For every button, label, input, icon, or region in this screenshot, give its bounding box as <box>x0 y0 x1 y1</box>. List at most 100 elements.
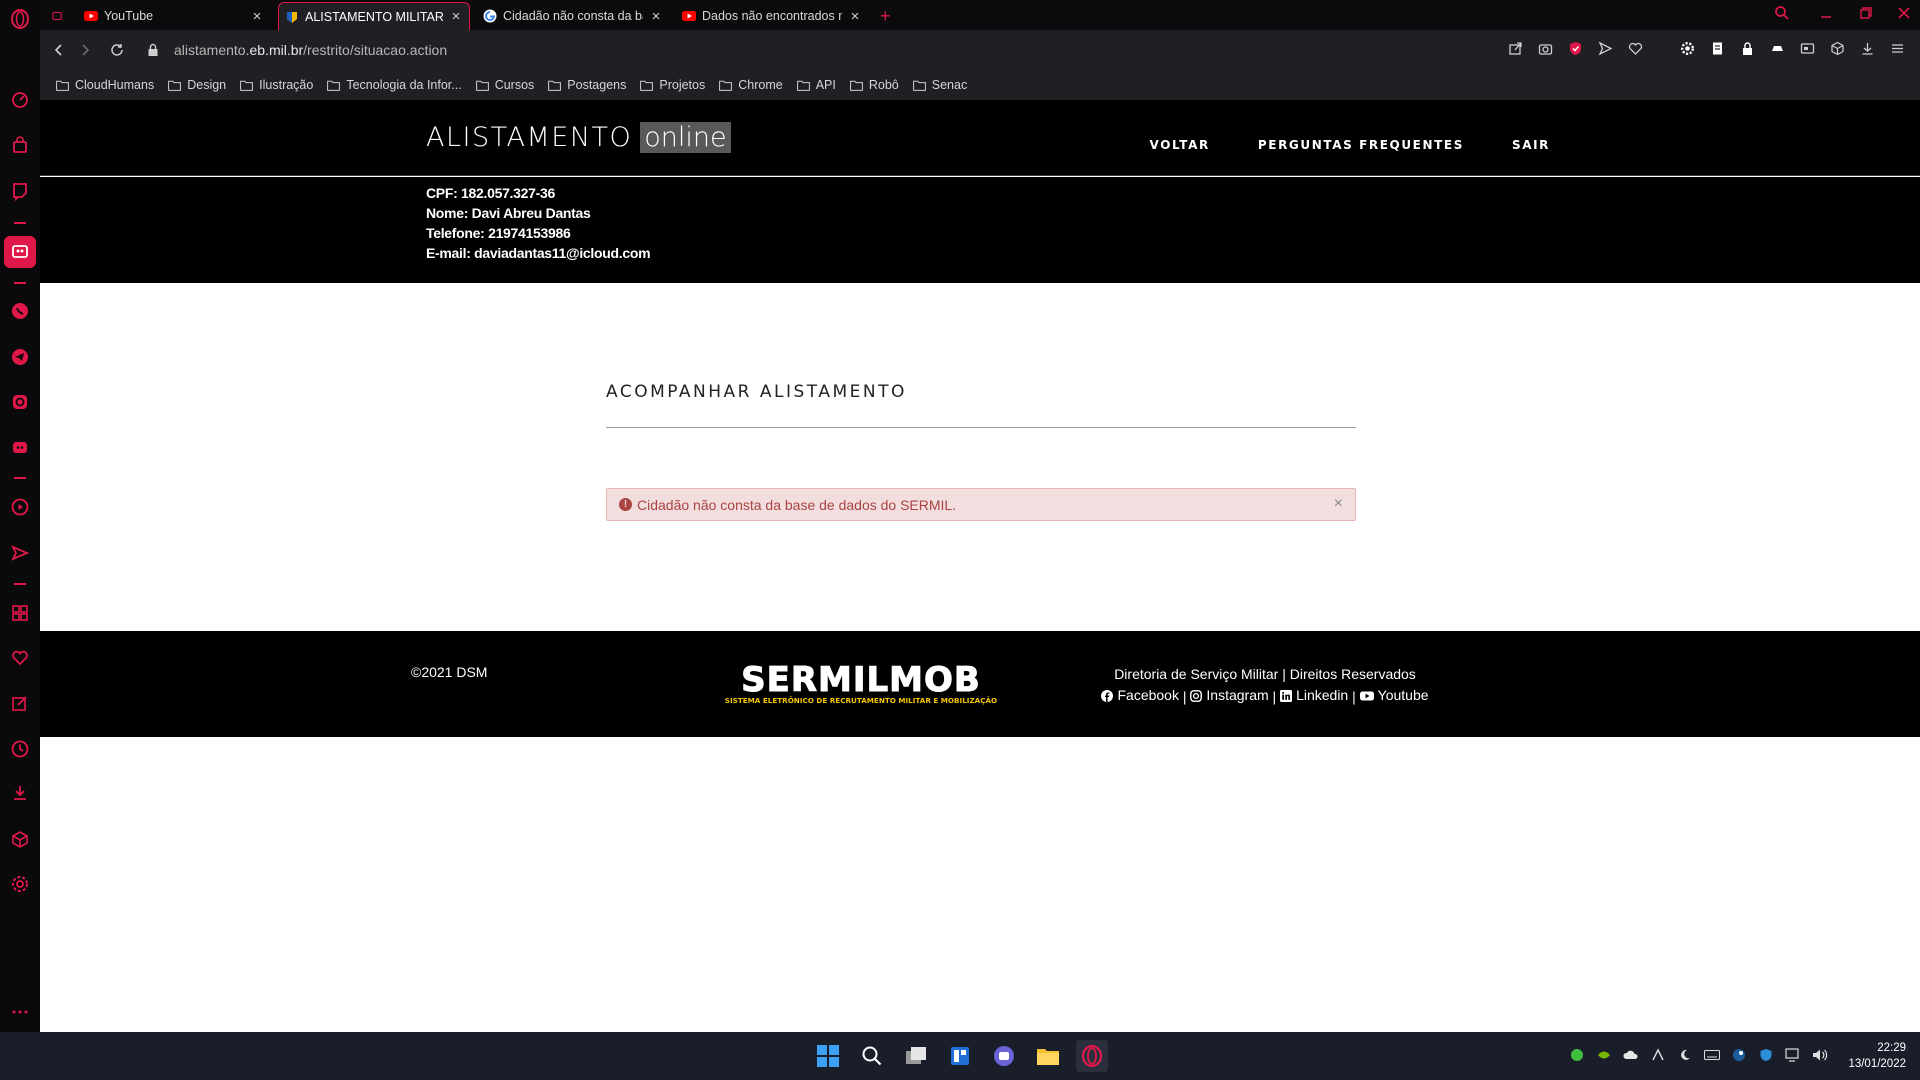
search-tabs-icon[interactable] <box>1774 5 1790 26</box>
heart-icon[interactable] <box>1626 39 1644 57</box>
gx-corner-icon[interactable] <box>9 241 31 263</box>
extensions-cube-icon[interactable] <box>1828 39 1846 57</box>
workspaces-icon[interactable] <box>9 602 31 624</box>
more-options-icon[interactable] <box>9 1001 31 1023</box>
site-logo[interactable]: ALISTAMENTO online <box>426 122 731 153</box>
nav-voltar-link[interactable]: VOLTAR <box>1150 138 1210 152</box>
player-icon[interactable] <box>9 496 31 518</box>
folder-icon <box>475 80 489 91</box>
network-icon[interactable] <box>1785 1047 1801 1063</box>
facebook-link[interactable]: Facebook <box>1101 685 1179 706</box>
bookmark-folder[interactable]: CloudHumans <box>56 78 154 92</box>
nav-sair-link[interactable]: SAIR <box>1512 138 1550 152</box>
restore-button[interactable] <box>1858 5 1874 21</box>
close-icon[interactable]: × <box>250 8 264 25</box>
forward-button[interactable] <box>72 37 98 63</box>
opera-gx-taskbar-icon[interactable] <box>1076 1040 1108 1072</box>
tab-google-search[interactable]: Cidadão não consta da bas × <box>477 2 669 30</box>
search-icon[interactable] <box>856 1040 888 1072</box>
edit-icon[interactable] <box>9 692 31 714</box>
bookmark-label: Robô <box>868 78 899 92</box>
downloads-icon[interactable] <box>9 782 31 804</box>
downloads-icon[interactable] <box>1858 39 1876 57</box>
linkedin-link[interactable]: Linkedin <box>1280 685 1348 706</box>
taskbar-clock[interactable]: 22:29 13/01/2022 <box>1848 1040 1906 1072</box>
nav-perguntas-frequentes-link[interactable]: PERGUNTAS FREQUENTES <box>1258 138 1464 152</box>
speed-dial-icon[interactable] <box>9 88 31 110</box>
youtube-icon <box>1359 691 1374 700</box>
bookmark-folder[interactable]: Robô <box>849 78 899 92</box>
reload-button[interactable] <box>104 37 130 63</box>
history-icon[interactable] <box>9 738 31 760</box>
windows-taskbar: 22:29 13/01/2022 <box>0 1032 1920 1080</box>
instagram-link[interactable]: Instagram <box>1190 685 1269 706</box>
widgets-icon[interactable] <box>944 1040 976 1072</box>
minimize-button[interactable] <box>1818 5 1834 21</box>
easy-setup-menu-icon[interactable] <box>1888 39 1906 57</box>
teams-chat-icon[interactable] <box>988 1040 1020 1072</box>
close-icon[interactable]: × <box>649 8 663 25</box>
bookmark-folder[interactable]: Cursos <box>475 78 534 92</box>
onedrive-cloud-icon[interactable] <box>1623 1047 1639 1063</box>
bookmark-folder[interactable]: Projetos <box>640 78 705 92</box>
bookmark-folder[interactable]: Postagens <box>548 78 626 92</box>
bookmark-folder[interactable]: Ilustração <box>240 78 313 92</box>
footer-separator: | <box>1182 688 1187 705</box>
send-icon[interactable] <box>9 542 31 564</box>
moon-icon[interactable] <box>1677 1047 1693 1063</box>
back-button[interactable] <box>46 37 72 63</box>
tray-app-icon[interactable] <box>1650 1047 1666 1063</box>
share-icon[interactable] <box>1506 39 1524 57</box>
nvidia-icon[interactable] <box>1596 1047 1612 1063</box>
close-icon[interactable]: × <box>449 8 463 25</box>
steam-icon[interactable] <box>1731 1047 1747 1063</box>
volume-icon[interactable] <box>1812 1047 1828 1063</box>
settings-gear-icon[interactable] <box>1678 39 1696 57</box>
bookmark-folder[interactable]: Tecnologia da Infor... <box>327 78 462 92</box>
instagram-icon[interactable] <box>9 391 31 413</box>
media-icon[interactable] <box>1798 39 1816 57</box>
close-icon[interactable]: × <box>848 8 862 25</box>
keyboard-icon[interactable] <box>1704 1047 1720 1063</box>
new-tab-button[interactable]: + <box>874 2 900 30</box>
adblock-shield-icon[interactable] <box>1566 39 1584 57</box>
shopping-bag-icon[interactable] <box>9 134 31 156</box>
windows-start-icon[interactable] <box>812 1040 844 1072</box>
file-explorer-icon[interactable] <box>1032 1040 1064 1072</box>
sermilmob-logo: SERMILMOB SISTEMA ELETRÔNICO DE RECRUTAM… <box>725 663 997 705</box>
vpn-icon[interactable] <box>1768 39 1786 57</box>
tab-label: Cidadão não consta da bas <box>503 9 643 23</box>
bookmark-folder[interactable]: API <box>796 78 836 92</box>
url-field[interactable]: alistamento.eb.mil.br/restrito/situacao.… <box>174 42 447 58</box>
opera-logo-icon[interactable] <box>9 8 31 30</box>
close-window-button[interactable] <box>1896 5 1912 21</box>
security-shield-icon[interactable] <box>1569 1047 1585 1063</box>
bookmark-folder[interactable]: Chrome <box>719 78 783 92</box>
top-navigation: VOLTAR PERGUNTAS FREQUENTES SAIR <box>1150 138 1550 152</box>
tab-youtube[interactable]: YouTube × <box>78 2 270 30</box>
lock-icon[interactable] <box>1738 39 1756 57</box>
alert-close-button[interactable]: × <box>1334 495 1343 513</box>
bookmark-folder[interactable]: Design <box>168 78 226 92</box>
bookmark-label: Projetos <box>659 78 706 92</box>
tab-alistamento[interactable]: ALISTAMENTO MILITAR ON × <box>278 2 470 30</box>
heart-icon[interactable] <box>9 647 31 669</box>
whatsapp-icon[interactable] <box>9 300 31 322</box>
send-icon[interactable] <box>1596 39 1614 57</box>
discord-icon[interactable] <box>9 436 31 458</box>
youtube-link[interactable]: Youtube <box>1359 685 1429 706</box>
telegram-icon[interactable] <box>9 346 31 368</box>
settings-gear-icon[interactable] <box>9 873 31 895</box>
camera-icon[interactable] <box>1536 39 1554 57</box>
bookmark-folder[interactable]: Senac <box>912 78 967 92</box>
twitch-icon[interactable] <box>9 180 31 202</box>
defender-shield-icon[interactable] <box>1758 1047 1774 1063</box>
gx-control-icon[interactable] <box>46 2 68 30</box>
task-view-icon[interactable] <box>900 1040 932 1072</box>
folder-icon <box>168 80 182 91</box>
extensions-cube-icon[interactable] <box>9 828 31 850</box>
reading-list-icon[interactable] <box>1708 39 1726 57</box>
tab-youtube-video[interactable]: Dados não encontrados na × <box>676 2 868 30</box>
clock-time: 22:29 <box>1877 1042 1906 1054</box>
lock-icon[interactable] <box>140 37 166 63</box>
